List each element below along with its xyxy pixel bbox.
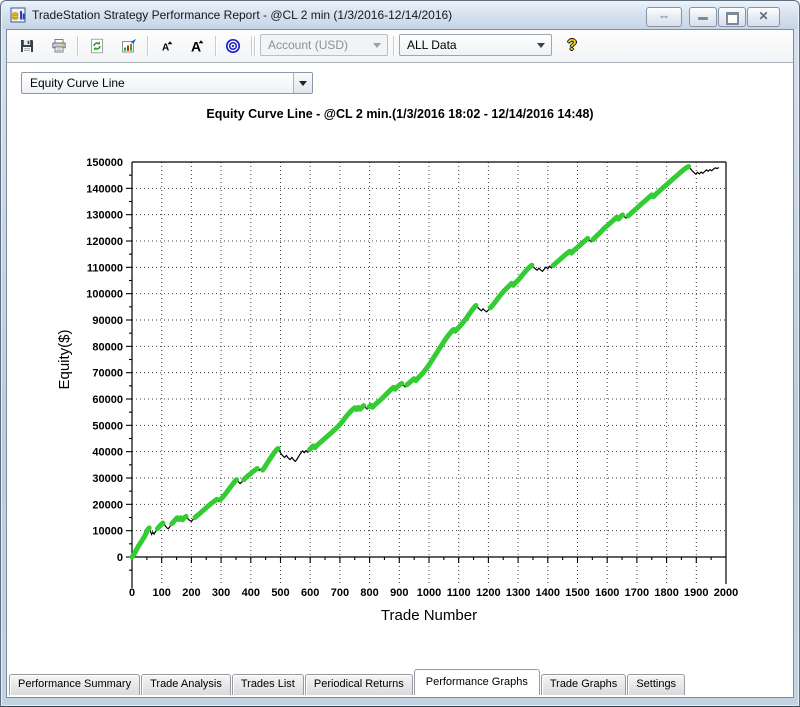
save-button[interactable] xyxy=(15,34,39,58)
graph-type-dropdown[interactable]: Equity Curve Line xyxy=(21,72,313,94)
print-button[interactable] xyxy=(47,34,71,58)
svg-text:Trade Number: Trade Number xyxy=(381,607,477,624)
equity-curve-chart: 0100002000030000400005000060000700008000… xyxy=(56,157,738,624)
tab-trade-analysis[interactable]: Trade Analysis xyxy=(141,674,231,695)
increase-font-button[interactable]: A xyxy=(185,34,209,58)
increase-font-icon: A xyxy=(191,39,204,55)
format-report-icon xyxy=(122,39,137,53)
link-arrows-icon: ⇔ xyxy=(658,9,670,23)
print-icon xyxy=(52,39,66,53)
app-window: TradeStation Strategy Performance Report… xyxy=(0,0,800,707)
svg-text:90000: 90000 xyxy=(92,315,123,327)
tab-settings[interactable]: Settings xyxy=(627,674,686,695)
svg-text:110000: 110000 xyxy=(87,262,123,274)
title-bar[interactable]: TradeStation Strategy Performance Report… xyxy=(2,2,798,29)
window-title: TradeStation Strategy Performance Report… xyxy=(32,8,453,22)
svg-text:10000: 10000 xyxy=(92,526,123,538)
chevron-down-icon xyxy=(537,43,545,52)
svg-text:70000: 70000 xyxy=(92,368,123,380)
decrease-font-button[interactable]: A xyxy=(155,34,179,58)
svg-text:40000: 40000 xyxy=(92,447,123,459)
refresh-icon xyxy=(91,38,103,54)
tab-trades-list[interactable]: Trades List xyxy=(231,674,304,695)
toolbar-separator xyxy=(251,36,252,56)
toolbar: A A Account (USD) ALL Data ? xyxy=(7,30,793,63)
help-button[interactable]: ? xyxy=(560,34,584,58)
toolbar-separator xyxy=(393,36,394,56)
svg-text:60000: 60000 xyxy=(92,394,123,406)
svg-text:700: 700 xyxy=(331,587,349,599)
svg-text:80000: 80000 xyxy=(92,341,123,353)
close-button[interactable]: ✕ xyxy=(747,7,780,27)
svg-text:1400: 1400 xyxy=(536,587,560,599)
svg-text:100000: 100000 xyxy=(86,289,123,301)
toolbar-separator xyxy=(77,36,78,56)
svg-text:1900: 1900 xyxy=(684,587,708,599)
restore-button[interactable] xyxy=(718,7,746,27)
svg-text:500: 500 xyxy=(271,587,289,599)
svg-text:300: 300 xyxy=(212,587,230,599)
svg-text:0: 0 xyxy=(117,552,123,564)
svg-text:1100: 1100 xyxy=(447,587,471,599)
svg-text:Equity($): Equity($) xyxy=(56,329,73,389)
tab-periodical-returns[interactable]: Periodical Returns xyxy=(304,674,413,695)
chevron-down-icon xyxy=(293,73,312,93)
toolbar-separator xyxy=(254,36,255,56)
svg-text:A: A xyxy=(191,39,201,55)
svg-text:2000: 2000 xyxy=(714,587,738,599)
target-button[interactable] xyxy=(221,34,245,58)
chart-title: Equity Curve Line - @CL 2 min.(1/3/2016 … xyxy=(206,107,594,121)
svg-text:1200: 1200 xyxy=(476,587,500,599)
svg-text:1700: 1700 xyxy=(625,587,649,599)
report-content: A A Account (USD) ALL Data ? Equity Curv… xyxy=(6,29,794,698)
toolbar-separator xyxy=(215,36,216,56)
tab-trade-graphs[interactable]: Trade Graphs xyxy=(540,674,627,695)
window-link-button[interactable]: ⇔ xyxy=(646,7,682,27)
svg-text:900: 900 xyxy=(390,587,408,599)
format-report-button[interactable] xyxy=(117,34,141,58)
svg-text:130000: 130000 xyxy=(86,210,123,222)
app-icon xyxy=(10,7,26,23)
chevron-down-icon xyxy=(373,43,381,52)
svg-text:0: 0 xyxy=(129,587,135,599)
svg-text:150000: 150000 xyxy=(86,157,123,169)
svg-text:30000: 30000 xyxy=(92,473,123,485)
data-range-dropdown[interactable]: ALL Data xyxy=(399,34,552,56)
decrease-font-icon: A xyxy=(162,41,173,54)
svg-text:1800: 1800 xyxy=(654,587,678,599)
svg-text:140000: 140000 xyxy=(86,183,123,195)
close-icon: ✕ xyxy=(758,9,769,23)
svg-text:600: 600 xyxy=(301,587,319,599)
tab-performance-summary[interactable]: Performance Summary xyxy=(9,674,141,695)
target-icon xyxy=(225,38,241,54)
svg-text:1600: 1600 xyxy=(595,587,619,599)
account-dropdown[interactable]: Account (USD) xyxy=(260,34,388,56)
toolbar-separator xyxy=(147,36,148,56)
svg-text:1300: 1300 xyxy=(506,587,530,599)
graph-type-dropdown-value: Equity Curve Line xyxy=(30,76,125,90)
svg-text:800: 800 xyxy=(360,587,378,599)
report-tabs: Performance Summary Trade Analysis Trade… xyxy=(9,669,791,695)
svg-text:200: 200 xyxy=(182,587,200,599)
minimize-button[interactable] xyxy=(689,7,717,27)
tab-performance-graphs[interactable]: Performance Graphs xyxy=(413,669,540,695)
refresh-button[interactable] xyxy=(85,34,109,58)
svg-text:1000: 1000 xyxy=(417,587,441,599)
data-range-dropdown-value: ALL Data xyxy=(407,38,457,52)
save-icon xyxy=(21,40,33,52)
restore-icon xyxy=(725,12,739,25)
svg-text:100: 100 xyxy=(153,587,171,599)
svg-text:50000: 50000 xyxy=(92,420,123,432)
svg-text:120000: 120000 xyxy=(86,236,123,248)
help-icon: ? xyxy=(567,37,577,54)
svg-text:20000: 20000 xyxy=(92,499,123,511)
minimize-icon xyxy=(698,17,708,20)
svg-text:400: 400 xyxy=(242,587,260,599)
account-dropdown-value: Account (USD) xyxy=(268,38,349,52)
svg-text:1500: 1500 xyxy=(565,587,589,599)
